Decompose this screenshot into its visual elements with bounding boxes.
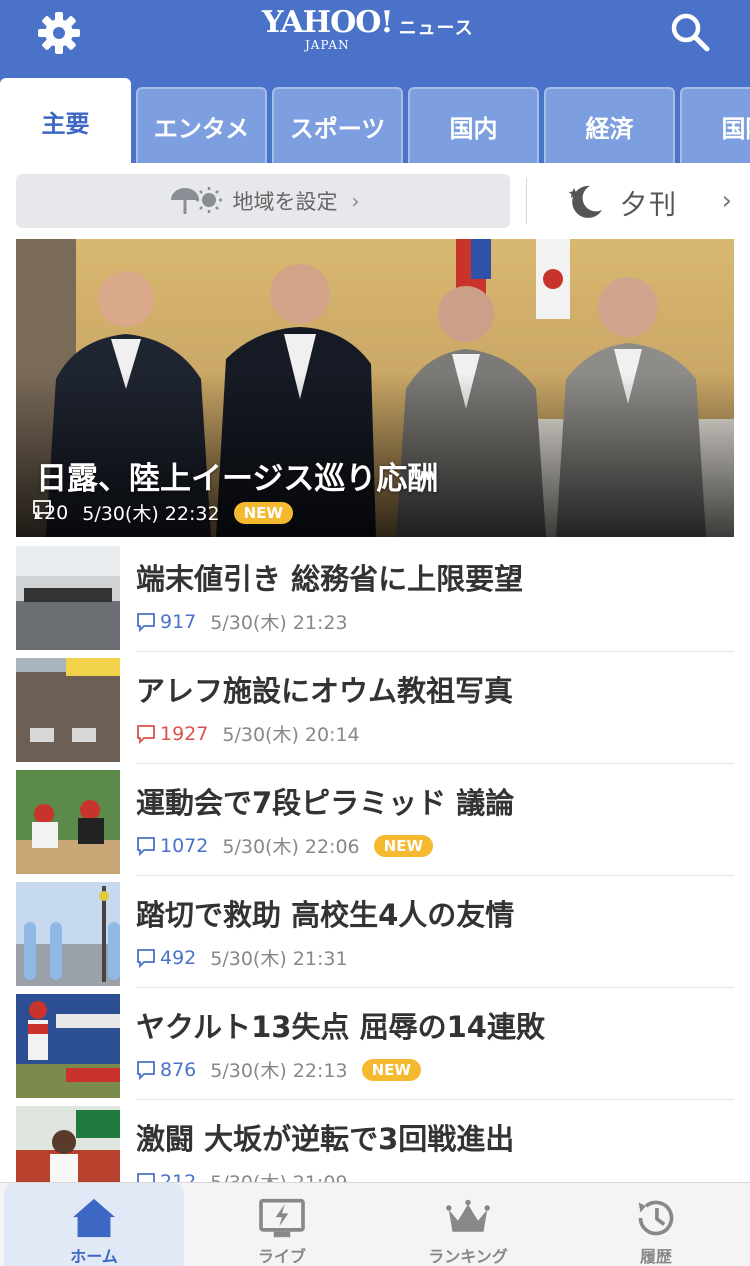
- comment-icon: [137, 724, 155, 744]
- tab-economy[interactable]: 経済: [544, 87, 675, 163]
- comment-icon: [137, 948, 155, 968]
- article-item[interactable]: 端末値引き 総務省に上限要望 917 5/30(木) 21:23: [16, 540, 734, 652]
- nav-live[interactable]: ライブ: [192, 1183, 372, 1266]
- nav-home[interactable]: ホーム: [4, 1183, 184, 1266]
- history-icon: [638, 1200, 674, 1236]
- logo-section-text: ニュース: [398, 18, 474, 39]
- article-title: ヤクルト13失点 屈辱の14連敗: [136, 1010, 545, 1044]
- tab-entertainment[interactable]: エンタメ: [136, 87, 267, 163]
- comment-icon: [137, 612, 155, 632]
- settings-gear-icon[interactable]: [36, 10, 82, 56]
- article-thumbnail: [16, 546, 120, 650]
- home-icon: [73, 1198, 115, 1238]
- article-title: 踏切で救助 高校生4人の友情: [136, 898, 515, 932]
- article-title: 運動会で7段ピラミッド 議論: [136, 786, 515, 820]
- article-meta: 1072 5/30(木) 22:06 NEW: [136, 832, 434, 859]
- article-meta: 876 5/30(木) 22:13 NEW: [136, 1056, 421, 1083]
- article-thumbnail: [16, 882, 120, 986]
- sports-day-image: [16, 770, 120, 874]
- logo-wordmark: YAHOO! JAPAN: [262, 5, 394, 52]
- article-thumbnail: [16, 994, 120, 1098]
- article-title: アレフ施設にオウム教祖写真: [136, 674, 514, 708]
- logo-yahoo-text: YAHOO!: [262, 5, 394, 40]
- article-comment-count: 1072: [160, 834, 209, 857]
- category-tabs: 主要 エンタメ スポーツ 国内 経済 国際: [0, 78, 750, 163]
- article-meta: 917 5/30(木) 21:23: [136, 608, 348, 635]
- comment-icon: [33, 500, 51, 519]
- evening-edition-label: 夕刊: [620, 189, 678, 221]
- subbar-divider: [526, 178, 527, 224]
- comment-icon: [137, 836, 155, 856]
- nav-history-label: 履歴: [639, 1247, 672, 1266]
- tab-international[interactable]: 国際: [680, 87, 750, 163]
- article-title: 激闘 大坂が逆転で3回戦進出: [136, 1122, 515, 1156]
- evening-edition-button[interactable]: 夕刊 ›: [566, 176, 746, 228]
- tab-domestic[interactable]: 国内: [408, 87, 539, 163]
- chevron-right-icon: ›: [351, 189, 360, 213]
- baseball-image: [16, 994, 120, 1098]
- region-setting-label: 地域を設定: [232, 190, 338, 214]
- article-meta: 492 5/30(木) 21:31: [136, 944, 348, 971]
- article-thumbnail: [16, 770, 120, 874]
- article-timestamp: 5/30(木) 20:14: [222, 724, 360, 746]
- article-thumbnail: [16, 658, 120, 762]
- article-timestamp: 5/30(木) 21:31: [210, 948, 348, 970]
- new-badge: NEW: [361, 1058, 421, 1081]
- weather-umbrella-sun-icon: [170, 187, 222, 214]
- new-badge: NEW: [373, 834, 434, 857]
- article-item[interactable]: ヤクルト13失点 屈辱の14連敗 876 5/30(木) 22:13 NEW: [16, 988, 734, 1100]
- bottom-navigation: ホーム ライブ ランキング 履歴: [0, 1182, 750, 1266]
- moon-star-icon: [568, 185, 602, 218]
- article-comment-count: 876: [160, 1058, 197, 1081]
- article-comment-count: 917: [160, 610, 197, 633]
- article-timestamp: 5/30(木) 22:06: [222, 836, 360, 858]
- comment-icon: [137, 1060, 155, 1080]
- tab-main[interactable]: 主要: [0, 78, 131, 163]
- tab-sports[interactable]: スポーツ: [272, 87, 403, 163]
- article-meta: 1927 5/30(木) 20:14: [136, 720, 360, 747]
- article-item[interactable]: 踏切で救助 高校生4人の友情 492 5/30(木) 21:31: [16, 876, 734, 988]
- app-header: YAHOO! JAPAN ニュース 主要 エンタメ スポーツ 国内 経済 国際: [0, 0, 750, 163]
- article-title: 端末値引き 総務省に上限要望: [136, 562, 524, 596]
- nav-ranking-label: ランキング: [428, 1247, 508, 1266]
- article-timestamp: 5/30(木) 22:13: [210, 1060, 348, 1082]
- nav-live-label: ライブ: [257, 1247, 306, 1266]
- logo-japan-text: JAPAN: [304, 38, 350, 52]
- top-story-hero[interactable]: 日露、陸上イージス巡り応酬 120 5/30(木) 22:32 NEW: [16, 239, 734, 537]
- nav-history[interactable]: 履歴: [566, 1183, 746, 1266]
- search-icon[interactable]: [668, 10, 712, 54]
- article-timestamp: 5/30(木) 21:23: [210, 612, 348, 634]
- hero-meta: 120 5/30(木) 22:32 NEW: [32, 499, 293, 526]
- live-tv-icon: [259, 1198, 305, 1238]
- chevron-right-icon: ›: [721, 186, 732, 216]
- article-item[interactable]: アレフ施設にオウム教祖写真 1927 5/30(木) 20:14: [16, 652, 734, 764]
- yahoo-news-logo[interactable]: YAHOO! JAPAN ニュース: [262, 8, 474, 52]
- crown-icon: [446, 1199, 490, 1232]
- article-comment-count: 1927: [160, 722, 209, 745]
- article-item[interactable]: 運動会で7段ピラミッド 議論 1072 5/30(木) 22:06 NEW: [16, 764, 734, 876]
- hero-headline: 日露、陸上イージス巡り応酬: [36, 461, 439, 497]
- nav-ranking[interactable]: ランキング: [378, 1183, 558, 1266]
- new-badge: NEW: [233, 501, 293, 524]
- nav-home-label: ホーム: [70, 1247, 118, 1266]
- region-setting-button[interactable]: 地域を設定 ›: [16, 174, 510, 228]
- building-image: [16, 658, 120, 762]
- crossing-illustration-image: [16, 882, 120, 986]
- conference-room-image: [16, 546, 120, 650]
- hero-timestamp: 5/30(木) 22:32: [82, 503, 220, 525]
- article-comment-count: 492: [160, 946, 197, 969]
